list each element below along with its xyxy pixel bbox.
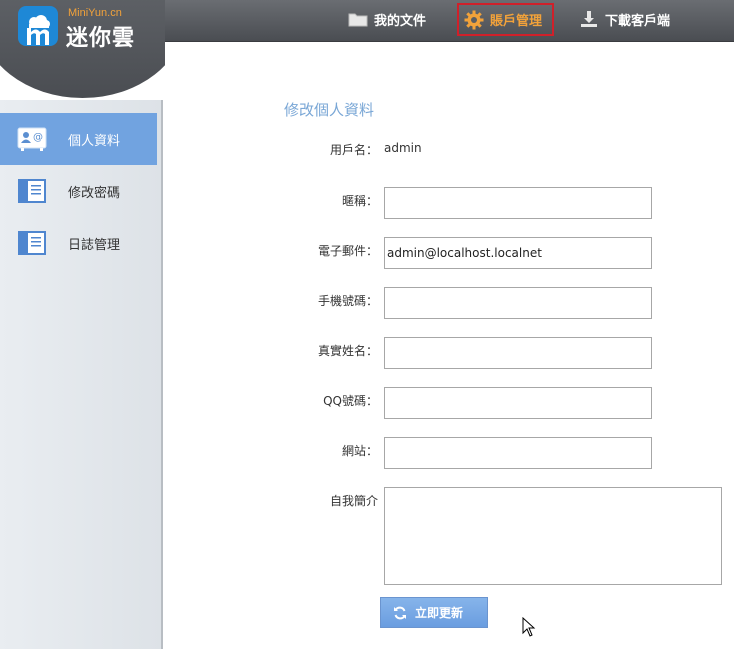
nav-my-files[interactable]: 我的文件 [348,0,426,38]
sidebar-item-change-password[interactable]: 修改密碼 [0,165,157,217]
realname-field[interactable] [384,337,652,369]
username-value: admin [384,141,422,155]
phone-label: 手機號碼： [317,294,378,308]
miniyun-logo-icon [18,6,58,46]
sidebar-item-profile[interactable]: @ 個人資料 [0,113,157,165]
bio-label: 自我簡介 [329,494,378,508]
website-field[interactable] [384,437,652,469]
logo-area: MiniYun.cn 迷你雲 [0,0,165,100]
bio-textarea[interactable] [384,487,722,585]
nav-download-label: 下載客戶端 [605,13,671,29]
nav-account-label: 賬戶管理 [490,14,543,29]
mouse-cursor-icon [522,616,536,640]
update-button-label: 立即更新 [415,606,464,620]
sidebar-item-profile-label: 個人資料 [68,133,121,149]
username-label: 用戶名： [329,143,378,157]
sidebar-item-log-management[interactable]: 日誌管理 [0,217,157,269]
folder-icon [348,9,368,29]
sidebar-item-log-management-label: 日誌管理 [68,237,121,253]
email-label: 電子郵件： [317,244,378,258]
update-button[interactable]: 立即更新 [380,597,488,628]
contact-card-icon: @ [17,127,47,151]
notebook-icon [17,179,47,203]
nav-account-management[interactable]: 賬戶管理 [457,3,554,36]
qq-field[interactable] [384,387,652,419]
brand-domain: MiniYun.cn [68,7,122,19]
sidebar: @ 個人資料 修改密碼 日誌管理 [0,100,163,649]
website-label: 網站： [341,444,378,458]
nickname-label: 暱稱： [341,194,378,208]
svg-text:@: @ [33,132,43,143]
nickname-field[interactable] [384,187,652,219]
download-icon [579,9,599,29]
page-title: 修改個人資料 [284,101,375,119]
qq-label: QQ號碼： [323,394,378,408]
notebook-icon [17,231,47,255]
nav-download-client[interactable]: 下載客戶端 [579,0,670,38]
email-field[interactable]: admin@localhost.localnet [384,237,652,269]
sidebar-item-change-password-label: 修改密碼 [68,185,121,201]
nav-my-files-label: 我的文件 [374,13,427,29]
brand-name: 迷你雲 [66,26,136,51]
gear-icon [464,10,484,30]
phone-field[interactable] [384,287,652,319]
realname-label: 真實姓名： [317,344,378,358]
refresh-icon [393,606,407,620]
